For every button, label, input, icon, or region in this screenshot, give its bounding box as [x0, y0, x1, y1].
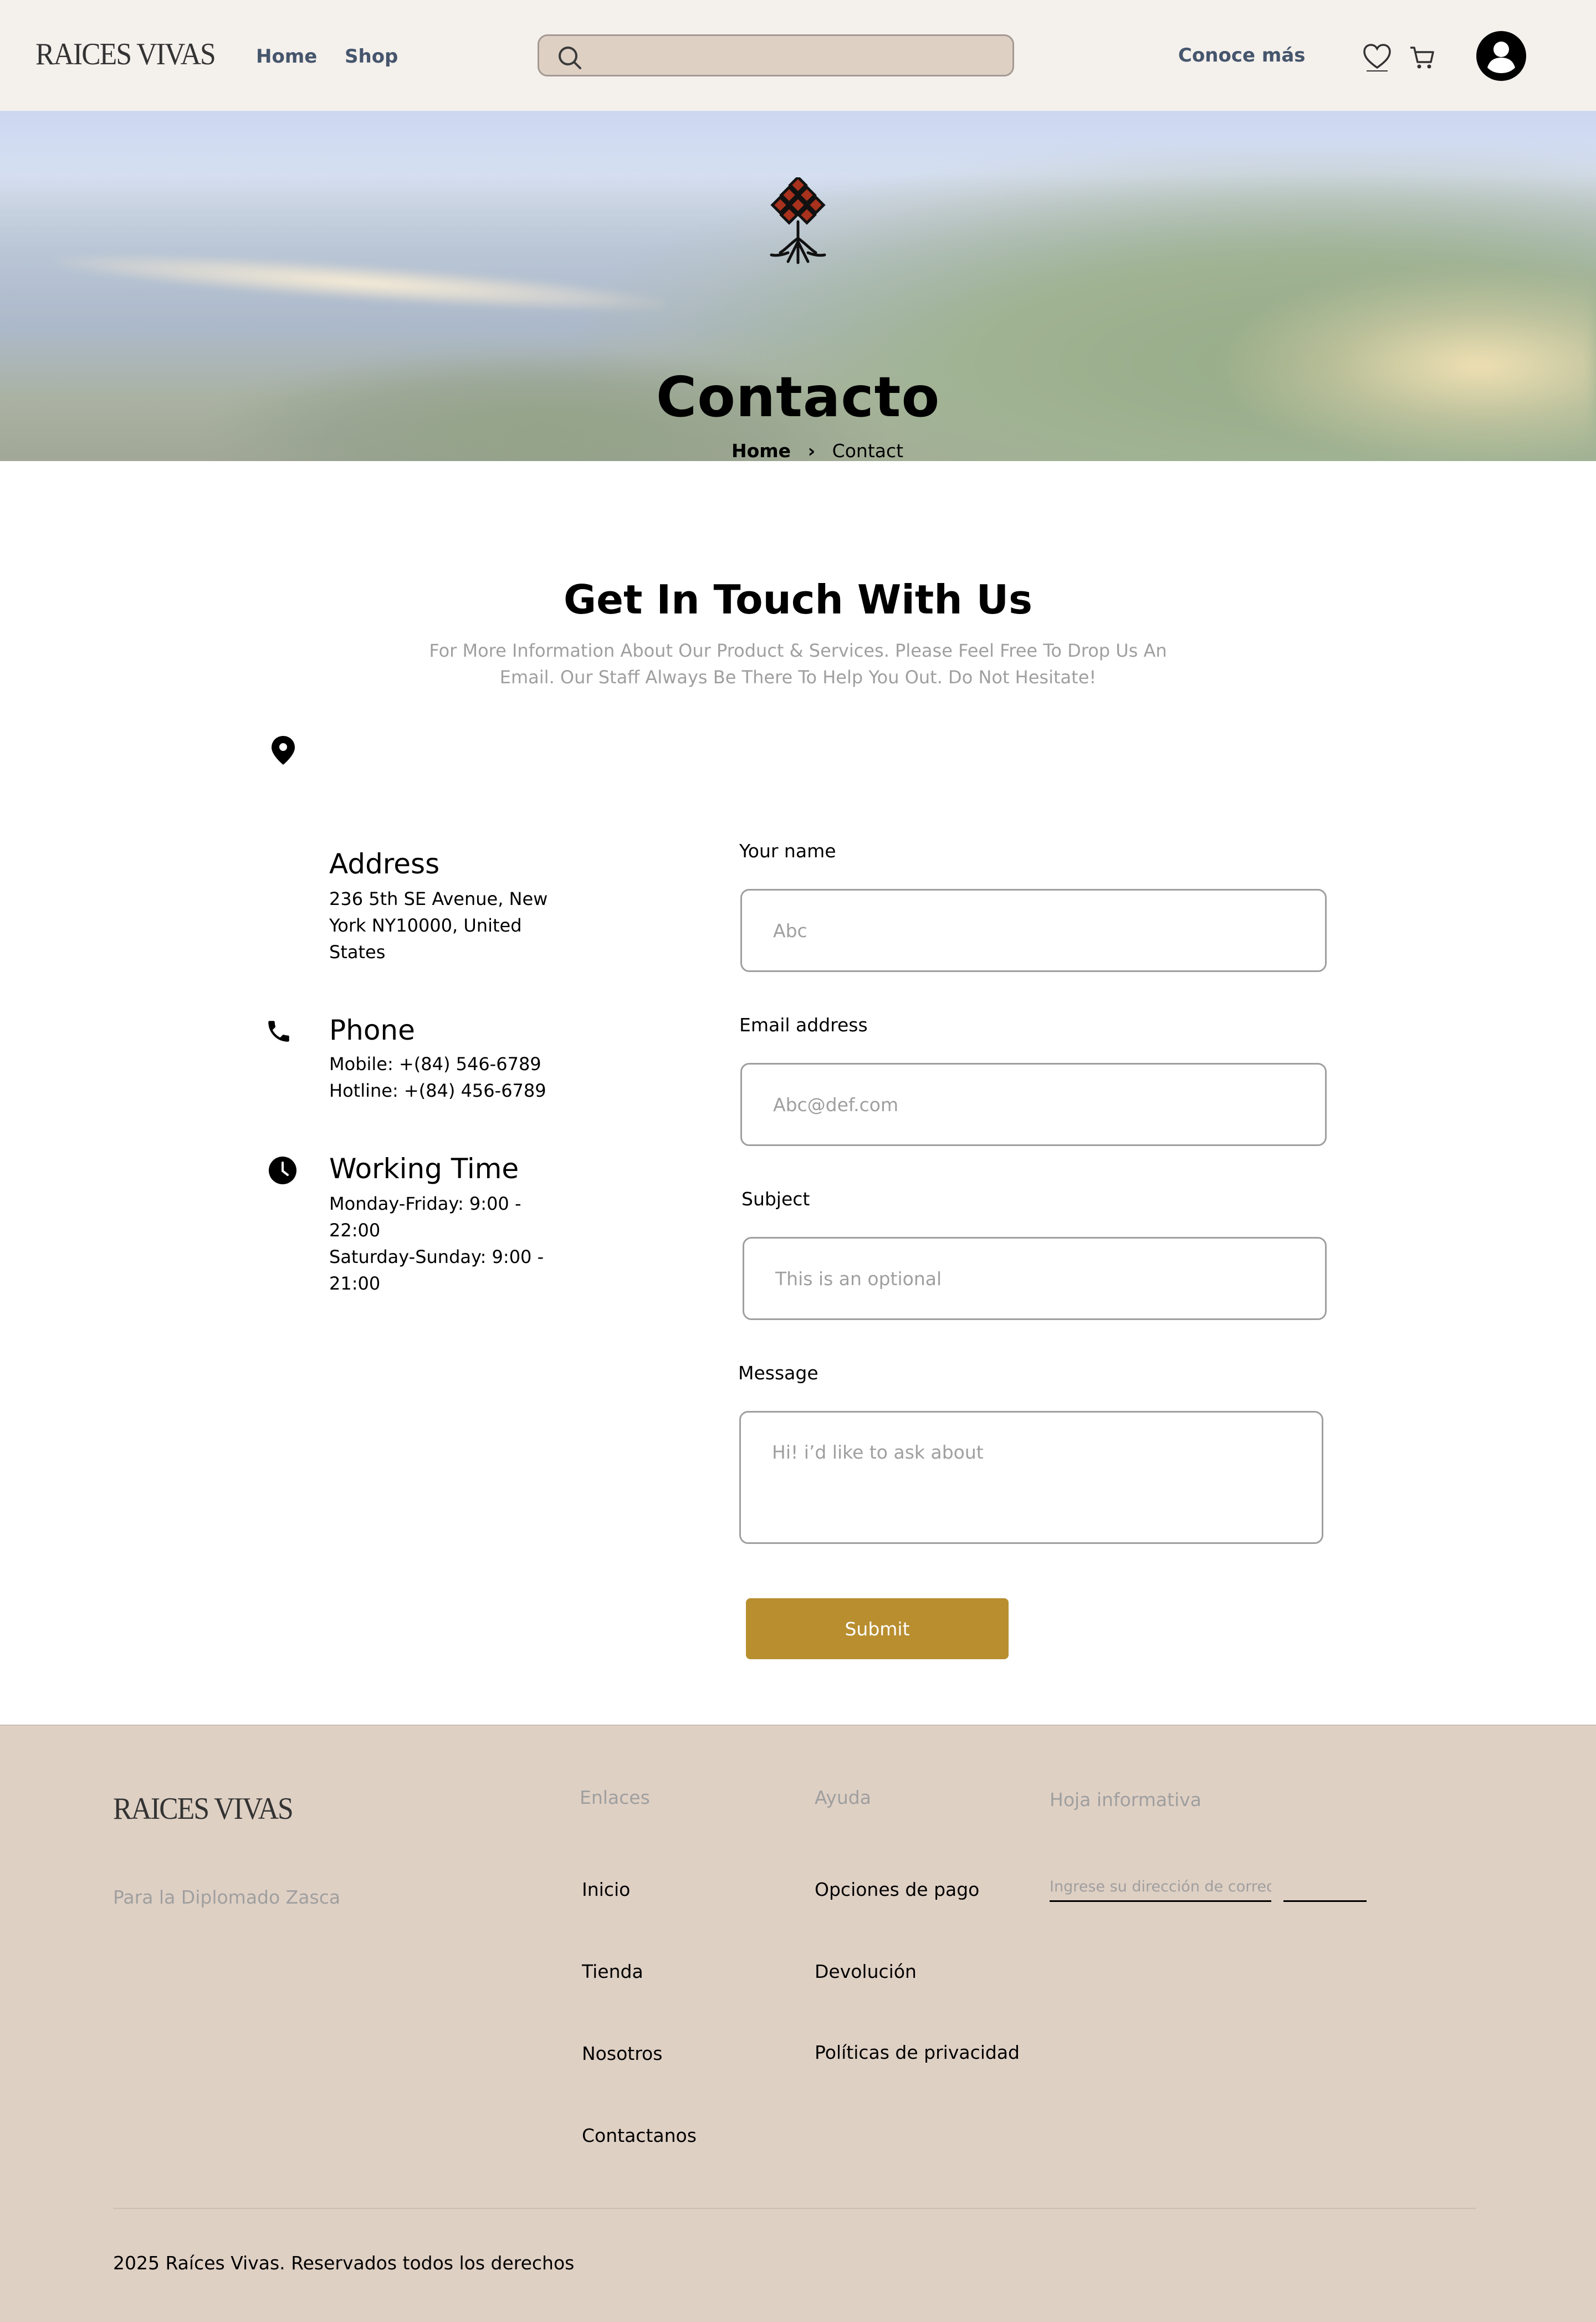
search-icon[interactable]: [556, 44, 584, 71]
tree-emblem-icon: [770, 177, 826, 264]
working-time-weekday: Monday-Friday: 9:00 - 22:00: [329, 1193, 521, 1241]
footer-logo[interactable]: RAICES VIVAS: [113, 1791, 294, 1827]
message-label: Message: [738, 1362, 819, 1384]
submit-button[interactable]: Submit: [746, 1598, 1009, 1659]
breadcrumb: Home › Contact: [732, 440, 903, 461]
search-bar[interactable]: [538, 34, 1014, 76]
footer-link-contactanos[interactable]: Contactanos: [582, 2125, 697, 2146]
footer-link-tienda[interactable]: Tienda: [582, 1961, 643, 1982]
working-time-weekend: Saturday-Sunday: 9:00 - 21:00: [329, 1246, 544, 1294]
conoce-mas-link[interactable]: Conoce más: [1178, 44, 1306, 67]
footer-link-nosotros[interactable]: Nosotros: [582, 2043, 662, 2064]
name-input[interactable]: [740, 889, 1327, 972]
phone-icon: [268, 1021, 289, 1042]
nav-shop-link[interactable]: Shop: [345, 45, 398, 68]
footer: RAICES VIVAS Para la Diplomado Zasca Enl…: [0, 1725, 1596, 2322]
footer-link-inicio[interactable]: Inicio: [582, 1879, 630, 1900]
footer-link-devolucion[interactable]: Devolución: [815, 1961, 917, 1982]
section-heading: Get In Touch With Us: [564, 576, 1032, 623]
subject-label: Subject: [741, 1188, 810, 1210]
newsletter-subscribe-button[interactable]: [1283, 1873, 1367, 1902]
newsletter-email-input[interactable]: [1050, 1873, 1271, 1902]
page-title: Contacto: [656, 365, 940, 429]
working-time-title: Working Time: [329, 1153, 519, 1185]
footer-links-heading: Enlaces: [580, 1787, 650, 1808]
subject-input[interactable]: [743, 1237, 1327, 1320]
clock-icon: [269, 1157, 296, 1184]
footer-newsletter-heading: Hoja informativa: [1050, 1789, 1201, 1810]
copyright-text: 2025 Raíces Vivas. Reservados todos los …: [113, 2252, 575, 2274]
address-title: Address: [329, 848, 440, 880]
footer-link-opciones-de-pago[interactable]: Opciones de pago: [815, 1879, 979, 1900]
footer-link-politicas-de-privacidad[interactable]: Políticas de privacidad: [815, 2042, 1020, 2063]
brand-logo[interactable]: RAICES VIVAS: [35, 37, 216, 72]
heart-icon[interactable]: [1362, 42, 1392, 72]
phone-mobile: Mobile: +(84) 546-6789: [329, 1053, 541, 1075]
breadcrumb-home-link[interactable]: Home: [732, 440, 791, 461]
cart-icon[interactable]: [1409, 44, 1435, 71]
nav-home-link[interactable]: Home: [256, 45, 317, 68]
email-input[interactable]: [740, 1063, 1327, 1146]
section-subtitle: For More Information About Our Product &…: [429, 640, 1167, 688]
location-pin-icon: [272, 736, 295, 765]
name-label: Your name: [739, 840, 836, 862]
chevron-right-icon: ›: [807, 440, 816, 461]
hero-banner: Contacto Home › Contact: [0, 111, 1596, 461]
phone-hotline: Hotline: +(84) 456-6789: [329, 1080, 546, 1101]
footer-help-heading: Ayuda: [815, 1787, 871, 1808]
account-icon[interactable]: [1476, 31, 1526, 81]
email-label: Email address: [739, 1014, 868, 1036]
address-text: 236 5th SE Avenue, New York NY10000, Uni…: [329, 888, 548, 963]
top-navbar: RAICES VIVAS Home Shop Conoce más: [0, 0, 1596, 111]
message-textarea[interactable]: [739, 1411, 1323, 1544]
footer-divider: [113, 2208, 1476, 2209]
phone-title: Phone: [329, 1014, 415, 1046]
breadcrumb-current: Contact: [832, 440, 904, 461]
footer-tagline: Para la Diplomado Zasca: [113, 1886, 341, 1908]
